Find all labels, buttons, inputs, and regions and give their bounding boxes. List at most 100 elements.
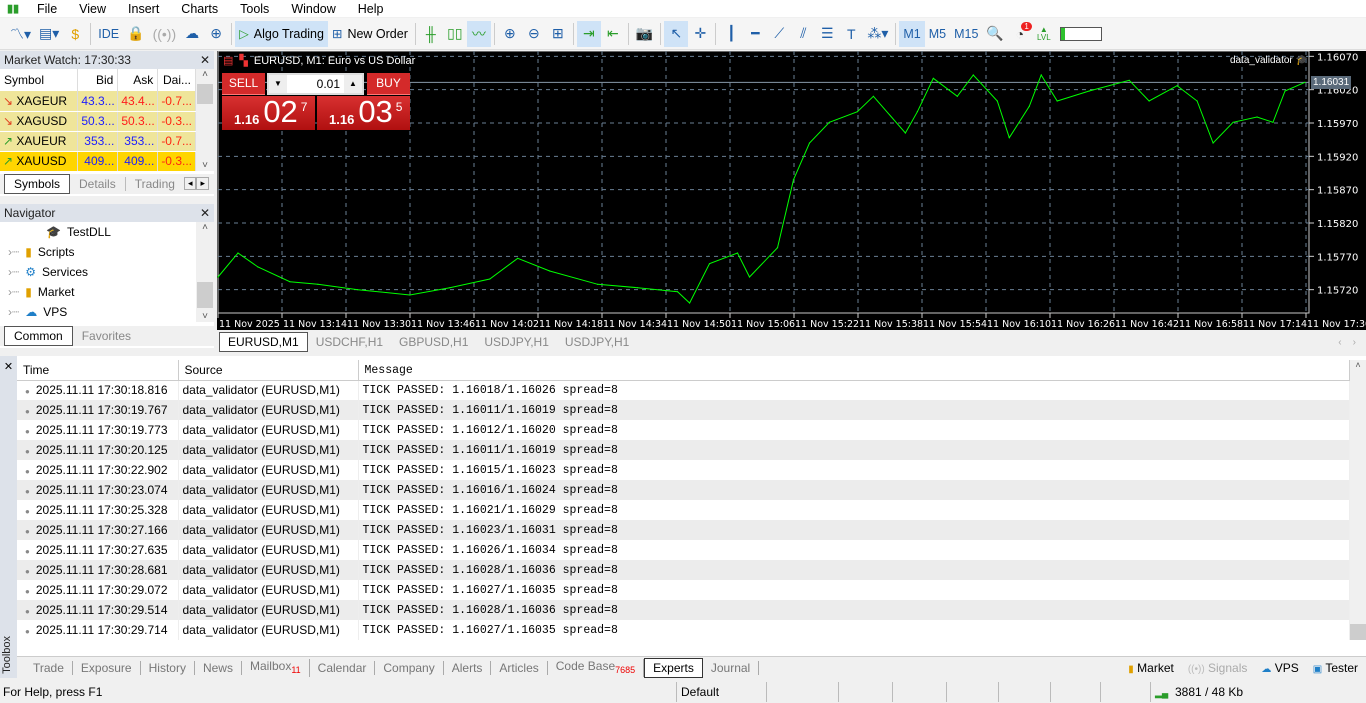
dollar-icon[interactable]: $: [63, 21, 87, 47]
templates-icon[interactable]: ▤▾: [35, 21, 63, 47]
community-icon[interactable]: ⊕: [204, 21, 228, 47]
menu-window[interactable]: Window: [280, 2, 346, 16]
tab-scroll-right[interactable]: ▸: [196, 177, 210, 190]
col-symbol[interactable]: Symbol: [0, 69, 79, 91]
notifications-icon[interactable]: ◔ 1: [1008, 21, 1032, 47]
tab-trading[interactable]: Trading: [126, 177, 184, 191]
toolbox-tab-experts[interactable]: Experts: [644, 657, 703, 678]
zoom-in-icon[interactable]: ⊕: [498, 21, 522, 47]
log-row[interactable]: ● 2025.11.11 17:30:27.635 data_validator (…: [17, 540, 1350, 560]
line-chart-icon[interactable]: 〰: [466, 20, 491, 47]
navigator-scrollbar[interactable]: ˄ ˅: [196, 222, 214, 322]
log-row[interactable]: ● 2025.11.11 17:30:28.681 data_validator (…: [17, 560, 1350, 580]
tab-details[interactable]: Details: [70, 176, 126, 191]
log-row[interactable]: ● 2025.11.11 17:30:19.773 data_validator (…: [17, 420, 1350, 440]
text-icon[interactable]: T: [839, 21, 863, 47]
vps-cloud-icon[interactable]: ☁: [180, 21, 204, 47]
chart-tab-gbpusd[interactable]: GBPUSD,H1: [391, 335, 476, 349]
nav-item-scripts[interactable]: ›┈ ▮ Scripts: [0, 242, 196, 262]
market-bag-icon[interactable]: 🔒: [123, 21, 148, 47]
search-icon[interactable]: 🔍: [982, 21, 1007, 47]
trendline-icon[interactable]: ⟋: [767, 21, 791, 47]
tab-symbols[interactable]: Symbols: [4, 173, 71, 194]
fibonacci-icon[interactable]: ☰: [815, 21, 839, 47]
tab-common[interactable]: Common: [4, 326, 73, 346]
link-market[interactable]: ▮ Market: [1128, 661, 1174, 675]
market-watch-scrollbar[interactable]: ˄ ˅: [196, 69, 214, 171]
log-row[interactable]: ● 2025.11.11 17:30:29.514 data_validator (…: [17, 600, 1350, 620]
chart-window[interactable]: 1.16070 1.16020 1.15970 1.15920 1.15870 1.158…: [217, 51, 1366, 330]
timeframe-m1[interactable]: M1: [899, 20, 925, 47]
horizontal-line-icon[interactable]: ━: [743, 21, 767, 47]
nav-item-vps[interactable]: ›┈ ☁ VPS: [0, 302, 196, 322]
symbol-row[interactable]: ↘ XAGUSD 50.3... 50.3... -0.3...: [0, 111, 196, 132]
symbol-row[interactable]: ↗ XAUUSD 409... 409... -0.3...: [0, 151, 196, 172]
toolbox-tab-mailbox[interactable]: Mailbox11: [242, 658, 310, 677]
autoscroll-icon[interactable]: ⇥: [576, 20, 601, 47]
link-vps[interactable]: ☁ VPS: [1261, 661, 1298, 675]
log-row[interactable]: ● 2025.11.11 17:30:23.074 data_validator (…: [17, 480, 1350, 500]
algo-trading-button[interactable]: ▷ Algo Trading: [235, 20, 328, 47]
log-row[interactable]: ● 2025.11.11 17:30:19.767 data_validator (…: [17, 400, 1350, 420]
chart-tab-usdjpy[interactable]: USDJPY,H1: [476, 335, 556, 349]
toolbox-tab-code-base[interactable]: Code Base7685: [548, 658, 645, 677]
tab-favorites[interactable]: Favorites: [73, 329, 140, 343]
symbol-row[interactable]: ↘ XAGEUR 43.3... 43.4... -0.7...: [0, 91, 196, 112]
close-icon[interactable]: ✕: [200, 53, 210, 67]
symbol-row[interactable]: ↗ XAUEUR 353... 353... -0.7...: [0, 131, 196, 152]
col-daily[interactable]: Dai...: [157, 69, 196, 91]
bar-chart-icon[interactable]: ╫: [419, 21, 443, 47]
menu-help[interactable]: Help: [347, 2, 395, 16]
col-message[interactable]: Message: [358, 360, 1350, 381]
new-order-button[interactable]: ⊞ New Order: [328, 21, 412, 47]
toolbox-tab-news[interactable]: News: [195, 660, 242, 675]
menu-charts[interactable]: Charts: [170, 2, 229, 16]
col-ask[interactable]: Ask: [117, 69, 159, 91]
link-signals[interactable]: ((•)) Signals: [1188, 661, 1248, 675]
chart-tabs-scroll[interactable]: ‹ ›: [1338, 337, 1366, 348]
cursor-icon[interactable]: ↖: [664, 20, 689, 47]
toolbox-tab-exposure[interactable]: Exposure: [73, 660, 141, 675]
crosshair-icon[interactable]: ✛: [688, 21, 712, 47]
channel-icon[interactable]: ⫽: [791, 21, 815, 47]
menu-tools[interactable]: Tools: [229, 2, 280, 16]
screenshot-icon[interactable]: 📷: [632, 21, 657, 47]
toolbox-tab-company[interactable]: Company: [375, 660, 444, 675]
toolbox-tab-journal[interactable]: Journal: [703, 660, 760, 675]
timeframe-m5[interactable]: M5: [925, 21, 950, 47]
chart-tab-usdchf[interactable]: USDCHF,H1: [308, 335, 391, 349]
menu-file[interactable]: File: [26, 2, 68, 16]
menu-view[interactable]: View: [68, 2, 117, 16]
buy-button[interactable]: BUY: [367, 73, 410, 95]
toolbox-tab-history[interactable]: History: [141, 660, 195, 675]
chart-save-icon[interactable]: ▚: [239, 54, 247, 67]
nav-item-market[interactable]: ›┈ ▮ Market: [0, 282, 196, 302]
close-icon[interactable]: ✕: [0, 360, 17, 373]
sell-button[interactable]: SELL: [222, 73, 265, 95]
log-row[interactable]: ● 2025.11.11 17:30:29.714 data_validator (…: [17, 620, 1350, 640]
log-row[interactable]: ● 2025.11.11 17:30:18.816 data_validator (…: [17, 380, 1350, 400]
chart-shift-icon[interactable]: ⇤: [601, 21, 625, 47]
chart-list-icon[interactable]: ▤: [223, 54, 233, 67]
nav-item-testdll[interactable]: 🎓 TestDLL: [0, 222, 196, 242]
tab-scroll-left[interactable]: ◂: [183, 177, 197, 190]
nav-item-services[interactable]: ›┈ ⚙ Services: [0, 262, 196, 282]
chart-tab-usdjpy-2[interactable]: USDJPY,H1: [557, 335, 637, 349]
col-time[interactable]: Time: [17, 360, 179, 381]
lot-decrease-button[interactable]: ▼: [269, 75, 287, 93]
toolbox-tab-trade[interactable]: Trade: [25, 660, 73, 675]
log-row[interactable]: ● 2025.11.11 17:30:29.072 data_validator (…: [17, 580, 1350, 600]
candlestick-icon[interactable]: ▯▯: [443, 21, 467, 47]
toolbox-tab-alerts[interactable]: Alerts: [444, 660, 492, 675]
menu-insert[interactable]: Insert: [117, 2, 170, 16]
signals-icon[interactable]: ((•)): [149, 21, 181, 47]
toolbox-tab-calendar[interactable]: Calendar: [310, 660, 376, 675]
sell-price[interactable]: 1.16 02 7: [222, 96, 315, 130]
log-row[interactable]: ● 2025.11.11 17:30:25.328 data_validator (…: [17, 500, 1350, 520]
log-row[interactable]: ● 2025.11.11 17:30:20.125 data_validator (…: [17, 440, 1350, 460]
log-row[interactable]: ● 2025.11.11 17:30:22.902 data_validator (…: [17, 460, 1350, 480]
timeframe-m15[interactable]: M15: [950, 21, 982, 47]
vertical-line-icon[interactable]: ┃: [719, 21, 743, 47]
lot-increase-button[interactable]: ▲: [344, 75, 362, 93]
shapes-icon[interactable]: ⁂▾: [863, 21, 892, 47]
